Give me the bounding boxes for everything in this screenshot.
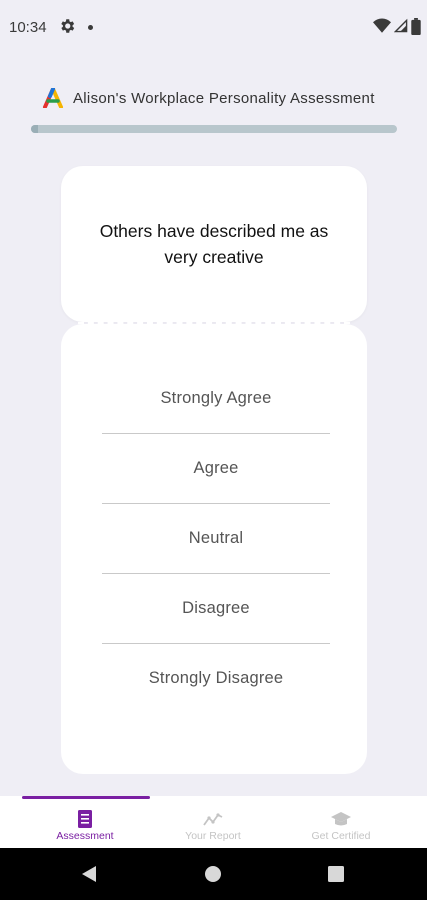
status-bar: 10:34 [0,0,427,54]
document-icon [78,810,92,828]
alison-logo-icon [43,88,63,108]
nav-tab-assessment[interactable]: Assessment [14,796,156,848]
answer-option-strongly-agree[interactable]: Strongly Agree [102,364,330,434]
bottom-navigation: Assessment Your Report Get Certified [0,796,427,848]
answer-option-strongly-disagree[interactable]: Strongly Disagree [102,644,330,713]
answers-card: Strongly Agree Agree Neutral Disagree St… [61,324,367,774]
question-card: Others have described me as very creativ… [61,166,367,322]
nav-tab-assessment-label: Assessment [56,830,114,842]
answer-option-agree[interactable]: Agree [102,434,330,504]
progress-fill [31,125,39,133]
question-text: Others have described me as very creativ… [99,221,329,267]
answer-option-disagree[interactable]: Disagree [102,574,330,644]
notification-dot-icon [88,25,93,30]
assessment-progress-bar [31,125,397,133]
nav-tab-your-report[interactable]: Your Report [142,796,284,848]
app-title: Alison's Workplace Personality Assessmen… [73,90,375,107]
home-icon[interactable] [204,865,222,883]
nav-tab-get-certified[interactable]: Get Certified [270,796,412,848]
nav-tab-your-report-label: Your Report [185,830,241,842]
app-header: Alison's Workplace Personality Assessmen… [0,84,427,114]
status-time: 10:34 [9,19,47,36]
settings-gear-icon [61,19,75,33]
recents-icon[interactable] [328,866,344,882]
answer-option-neutral[interactable]: Neutral [102,504,330,574]
trend-line-icon [203,813,223,826]
status-icons [373,16,421,36]
back-icon[interactable] [80,865,98,883]
graduation-cap-icon [331,812,351,826]
nav-tab-get-certified-label: Get Certified [311,830,371,842]
answer-list: Strongly Agree Agree Neutral Disagree St… [102,364,330,713]
cell-signal-icon [394,18,408,33]
battery-icon [411,17,421,35]
system-navigation-bar [0,848,427,900]
wifi-icon [373,18,391,33]
